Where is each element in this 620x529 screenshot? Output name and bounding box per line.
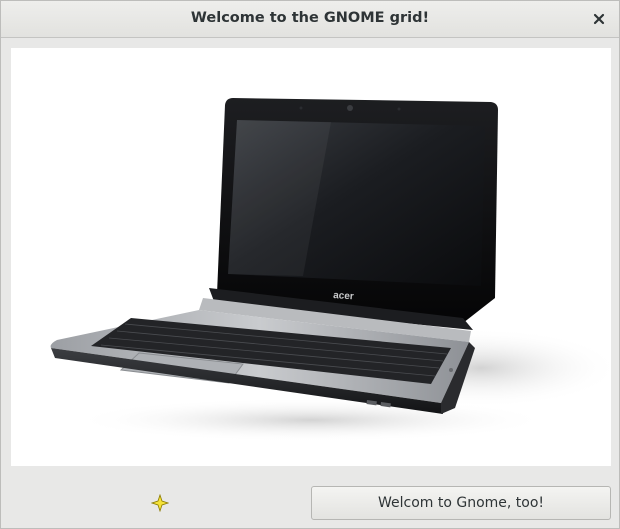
laptop-illustration: acer [50,98,611,442]
window-title: Welcome to the GNOME grid! [190,10,430,26]
close-button[interactable] [587,7,611,31]
welcome-button[interactable]: Welcom to Gnome, too! [311,486,611,520]
svg-text:acer: acer [333,290,354,302]
close-icon [593,13,605,25]
laptop-image: acer [11,48,611,466]
application-window: Welcome to the GNOME grid! acer Welcom t… [0,0,620,529]
sparkle-icon [150,493,170,513]
title-bar[interactable]: Welcome to the GNOME grid! [1,1,619,38]
